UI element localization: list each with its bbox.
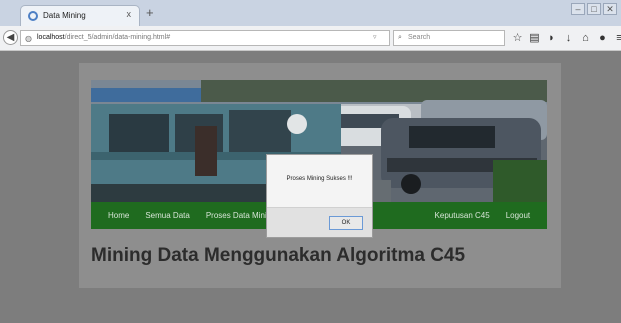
tab-title: Data Mining [43, 11, 86, 20]
menu-icon[interactable]: ≡ [614, 31, 621, 45]
site-info-icon[interactable]: ◍ [25, 34, 32, 43]
search-input[interactable]: ⌕ Search [393, 30, 505, 46]
chat-icon[interactable]: ● [597, 31, 608, 45]
back-button[interactable]: ◀ [3, 30, 18, 45]
minimize-button[interactable]: – [571, 3, 585, 15]
url-bar[interactable]: ◍ localhost/direct_5/admin/data-mining.h… [20, 30, 406, 46]
menu-item-logout[interactable]: Logout [498, 211, 538, 220]
alert-dialog: Proses Mining Sukses !!! OK [266, 154, 373, 238]
toolbar-icons: ☆ ▤ ◗ ↓ ⌂ ● ≡ [512, 31, 621, 45]
url-host: localhost [37, 34, 65, 41]
tab-close-icon[interactable]: x [127, 9, 132, 19]
download-icon[interactable]: ↓ [563, 31, 574, 45]
browser-tab[interactable]: Data Mining x [20, 5, 140, 26]
pocket-icon[interactable]: ◗ [546, 31, 557, 45]
window-controls: – □ ✕ [571, 3, 617, 15]
menu-item-keputusan[interactable]: Keputusan C45 [427, 211, 498, 220]
url-dropdown-icon[interactable]: ▿ [373, 31, 377, 45]
url-path: /direct_5/admin/data-mining.html# [64, 34, 171, 41]
alert-footer: OK [267, 207, 372, 237]
search-placeholder: Search [408, 34, 431, 41]
ok-button[interactable]: OK [329, 216, 363, 230]
maximize-button[interactable]: □ [587, 3, 601, 15]
page-title: Mining Data Menggunakan Algoritma C45 [91, 245, 466, 266]
new-tab-button[interactable]: + [146, 6, 154, 19]
menu-item-semua-data[interactable]: Semua Data [137, 211, 197, 220]
favicon-icon [28, 11, 38, 21]
close-window-button[interactable]: ✕ [603, 3, 617, 15]
home-icon[interactable]: ⌂ [580, 31, 591, 45]
reading-list-icon[interactable]: ▤ [529, 31, 540, 45]
url-text: localhost/direct_5/admin/data-mining.htm… [37, 31, 170, 45]
navigation-bar: ◀ ◍ localhost/direct_5/admin/data-mining… [0, 26, 621, 51]
tab-strip: Data Mining x + – □ ✕ [0, 0, 621, 26]
menu-item-home[interactable]: Home [91, 211, 137, 220]
star-icon[interactable]: ☆ [512, 31, 523, 45]
search-icon: ⌕ [398, 34, 402, 41]
alert-message: Proses Mining Sukses !!! [286, 176, 353, 182]
